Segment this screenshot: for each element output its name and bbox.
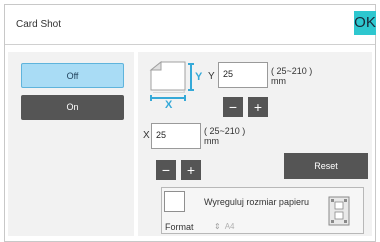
y-plus-button[interactable]: + <box>248 97 268 117</box>
y-range-text: ( 25~210 ) <box>271 66 313 76</box>
x-range-hint: ( 25~210 ) mm <box>204 126 245 146</box>
adjust-paper-checkbox[interactable] <box>164 191 185 212</box>
reset-button[interactable]: Reset <box>284 153 368 179</box>
card-preview-icon[interactable] <box>328 196 350 226</box>
y-unit-text: mm <box>271 76 286 86</box>
format-value: A4 <box>224 222 235 231</box>
format-label: Format <box>165 222 194 232</box>
card-size-icon: Y X <box>149 60 203 108</box>
x-value-input[interactable]: 25 <box>151 123 201 149</box>
x-range-text: ( 25~210 ) <box>204 126 246 136</box>
on-button[interactable]: On <box>21 95 124 120</box>
x-unit-text: mm <box>204 136 219 146</box>
card-icon-x-label: X <box>165 99 173 108</box>
format-select[interactable]: ⇕ A4 <box>214 222 235 231</box>
card-icon-y-label: Y <box>195 71 203 83</box>
y-range-hint: ( 25~210 ) mm <box>271 66 312 86</box>
y-minus-button[interactable]: − <box>223 97 243 117</box>
header-divider <box>5 44 375 45</box>
adjust-paper-label: Wyreguluj rozmiar papieru <box>204 197 309 207</box>
page-title: Card Shot <box>16 19 62 30</box>
card-shot-screen: Card Shot OK Off On Y X Y 25 ( 25~210 ) … <box>0 0 380 242</box>
x-minus-button[interactable]: − <box>156 160 176 180</box>
updown-arrow-icon: ⇕ <box>214 222 221 231</box>
ok-button[interactable]: OK <box>354 11 376 35</box>
y-value-input[interactable]: 25 <box>218 62 268 88</box>
off-button[interactable]: Off <box>21 63 124 88</box>
x-axis-label: X <box>143 130 150 141</box>
x-plus-button[interactable]: + <box>181 160 201 180</box>
y-axis-label: Y <box>208 71 215 82</box>
